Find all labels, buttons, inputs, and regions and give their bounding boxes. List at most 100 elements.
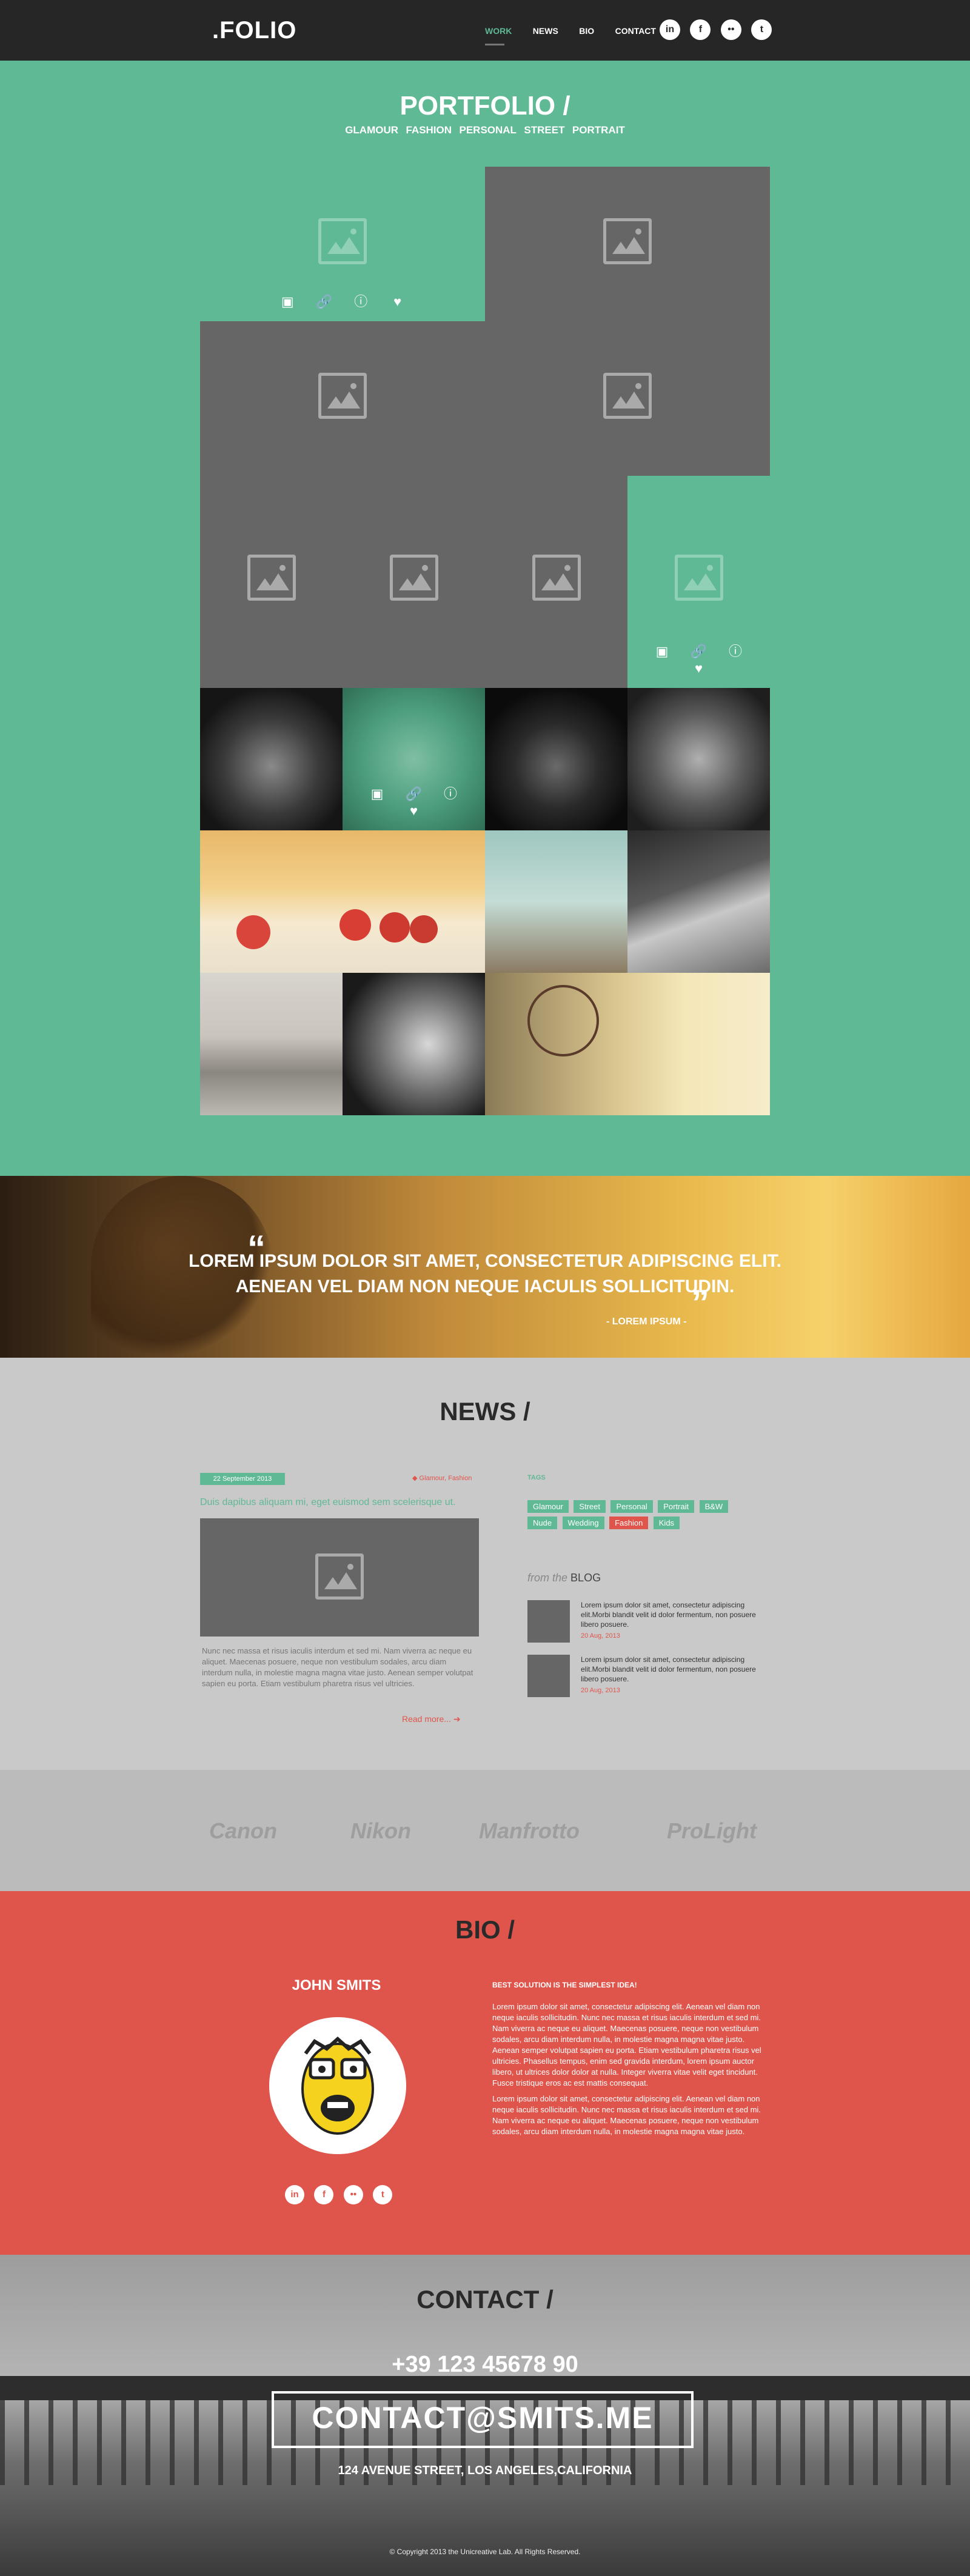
gallery-icon[interactable]: ▣ [279, 293, 296, 310]
filter-portrait[interactable]: PORTRAIT [572, 124, 625, 136]
image-placeholder-icon [603, 218, 652, 264]
tag-personal[interactable]: Personal [610, 1500, 653, 1513]
post-tags-text[interactable]: Glamour, Fashion [420, 1475, 472, 1482]
grass-photo[interactable] [627, 830, 770, 973]
portrait-photo[interactable] [627, 688, 770, 830]
blog-date: 20 Aug, 2013 [581, 1632, 620, 1640]
raspberry [236, 915, 270, 949]
info-icon[interactable]: ⓘ [442, 786, 459, 802]
brand-manfrotto-logo: Manfrotto [479, 1818, 580, 1843]
heart-icon[interactable]: ♥ [389, 293, 406, 310]
nav-item-work[interactable]: WORK [485, 26, 512, 36]
portfolio-tile[interactable] [485, 321, 770, 476]
blog-text: Lorem ipsum dolor sit amet, consectetur … [581, 1655, 756, 1683]
tile-actions: ▣ 🔗 ⓘ ♥ [200, 293, 485, 310]
tag-fashion[interactable]: Fashion [609, 1517, 649, 1529]
tag-kids[interactable]: Kids [653, 1517, 680, 1529]
post-title[interactable]: Duis dapibus aliquam mi, eget euismod se… [200, 1497, 456, 1508]
image-placeholder-icon [315, 1553, 364, 1600]
read-more-link[interactable]: Read more... ➔ [402, 1714, 461, 1724]
machine-photo[interactable] [343, 973, 485, 1115]
flickr-icon[interactable]: •• [720, 19, 741, 40]
blog-date: 20 Aug, 2013 [581, 1687, 620, 1694]
tag-icon: ◆ [412, 1475, 420, 1482]
facebook-icon[interactable]: f [314, 2185, 334, 2204]
gallery-icon[interactable]: ▣ [369, 786, 386, 802]
portfolio-tile[interactable] [343, 476, 485, 688]
post-date: 22 September 2013 [200, 1473, 285, 1485]
portfolio-tile[interactable] [485, 476, 627, 688]
blog-label-prefix: from the [527, 1572, 568, 1584]
image-placeholder-icon [390, 555, 438, 601]
news-title: NEWS / [440, 1397, 530, 1426]
portfolio-filters: GLAMOUR FASHION PERSONAL STREET PORTRAIT [0, 124, 970, 136]
raspberries-photo[interactable] [200, 830, 485, 973]
contact-address: 124 AVENUE STREET, LOS ANGELES,CALIFORNI… [338, 2464, 632, 2477]
contact-email-link[interactable]: CONTACT@SMITS.ME [272, 2400, 694, 2435]
blog-thumbnail[interactable] [527, 1655, 570, 1697]
image-placeholder-icon [318, 373, 367, 419]
tag-wedding[interactable]: Wedding [562, 1517, 604, 1529]
beach-photo[interactable] [200, 973, 343, 1115]
nav-item-bio[interactable]: BIO [579, 26, 594, 36]
tag-glamour[interactable]: Glamour [527, 1500, 569, 1513]
portfolio-tile[interactable]: ▣ 🔗 ⓘ ♥ [200, 167, 485, 321]
filter-fashion[interactable]: FASHION [406, 124, 452, 136]
portrait-photo[interactable] [485, 688, 627, 830]
link-icon[interactable]: 🔗 [691, 643, 707, 660]
filter-street[interactable]: STREET [524, 124, 564, 136]
nav-item-contact[interactable]: CONTACT [615, 26, 656, 36]
bio-paragraph: Lorem ipsum dolor sit amet, consectetur … [492, 2002, 761, 2087]
bio-social-links: in f •• t [285, 2185, 400, 2204]
brand-nikon-logo: Nikon [350, 1818, 412, 1843]
portfolio-title: PORTFOLIO / [400, 91, 570, 121]
ruin-photo[interactable] [485, 830, 627, 973]
contact-title: CONTACT / [416, 2285, 554, 2314]
twitter-icon[interactable]: t [751, 19, 772, 40]
image-placeholder-icon [532, 555, 581, 601]
tag-bw[interactable]: B&W [699, 1500, 729, 1513]
top-navbar: .FOLIO WORK NEWS BIO CONTACT in f •• t [0, 0, 970, 61]
link-icon[interactable]: 🔗 [406, 786, 423, 802]
twitter-icon[interactable]: t [373, 2185, 393, 2204]
portrait-photo[interactable]: ▣ 🔗 ⓘ ♥ [343, 688, 485, 830]
avatar-illustration [301, 2036, 374, 2135]
bio-section [0, 1891, 970, 2255]
portfolio-tile[interactable] [200, 476, 343, 688]
tag-portrait[interactable]: Portrait [658, 1500, 695, 1513]
contact-phone[interactable]: +39 123 45678 90 [0, 2352, 970, 2378]
tag-nude[interactable]: Nude [527, 1517, 558, 1529]
portfolio-tile[interactable]: ▣ 🔗 ⓘ ♥ [627, 476, 770, 688]
linkedin-icon[interactable]: in [285, 2185, 304, 2204]
info-icon[interactable]: ⓘ [727, 643, 744, 660]
tile-actions: ▣ 🔗 ⓘ ♥ [627, 643, 770, 677]
blog-thumbnail[interactable] [527, 1600, 570, 1643]
post-excerpt: Nunc nec massa et risus iaculis interdum… [202, 1646, 473, 1688]
link-icon[interactable]: 🔗 [316, 293, 333, 310]
gallery-icon[interactable]: ▣ [654, 643, 671, 660]
filter-glamour[interactable]: GLAMOUR [345, 124, 398, 136]
portrait-photo[interactable] [200, 688, 343, 830]
tile-actions: ▣ 🔗 ⓘ ♥ [343, 786, 485, 819]
portfolio-tile[interactable] [485, 167, 770, 321]
portfolio-tile[interactable] [200, 321, 485, 476]
flickr-icon[interactable]: •• [343, 2185, 363, 2204]
tag-cloud: Glamour Street Personal Portrait B&W Nud… [527, 1500, 764, 1533]
image-placeholder-icon [675, 555, 723, 601]
info-icon[interactable]: ⓘ [352, 293, 369, 310]
quote-line: AENEAN VEL DIAM NON NEQUE IACULIS SOLLIC… [235, 1276, 735, 1296]
site-logo[interactable]: .FOLIO [212, 17, 296, 44]
tag-street[interactable]: Street [574, 1500, 606, 1513]
nav-item-news[interactable]: NEWS [533, 26, 558, 36]
blog-text: Lorem ipsum dolor sit amet, consectetur … [581, 1601, 756, 1629]
facebook-icon[interactable]: f [690, 19, 711, 40]
linkedin-icon[interactable]: in [660, 19, 680, 40]
header-social-links: in f •• t [660, 19, 779, 40]
filter-personal[interactable]: PERSONAL [459, 124, 516, 136]
read-more-label: Read more... [402, 1714, 451, 1724]
heart-icon[interactable]: ♥ [406, 802, 423, 819]
heart-icon[interactable]: ♥ [691, 660, 707, 677]
post-image[interactable] [200, 1518, 479, 1637]
dreamcatcher-photo[interactable] [485, 973, 770, 1115]
raspberry [410, 915, 438, 943]
